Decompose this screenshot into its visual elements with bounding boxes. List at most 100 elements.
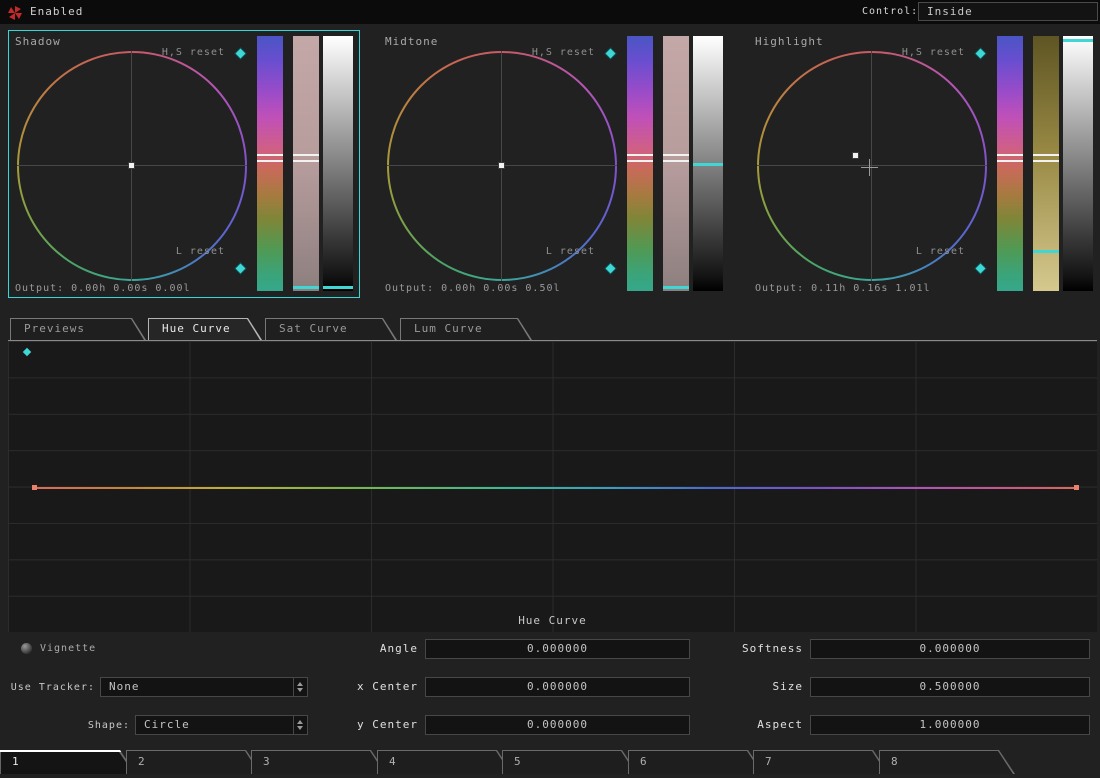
hue-bar-marker <box>997 160 1023 162</box>
tab-label: 3 <box>263 755 271 768</box>
lum-value-marker <box>1063 39 1093 42</box>
crosshair-v <box>871 51 872 281</box>
shadow-hs-handle[interactable] <box>129 163 134 168</box>
highlight-lum-bar[interactable] <box>1063 36 1093 291</box>
x-center-field[interactable]: 0.000000 <box>425 677 690 697</box>
page-tab-8[interactable]: 8 <box>879 750 1015 774</box>
y-center-field[interactable]: 0.000000 <box>425 715 690 735</box>
highlight-l-reset-button[interactable] <box>976 264 986 274</box>
shape-label: Shape: <box>0 720 130 731</box>
angle-field[interactable]: 0.000000 <box>425 639 690 659</box>
use-tracker-dropdown[interactable]: None <box>100 677 308 697</box>
highlight-wheel-panel[interactable]: Highlight H,S reset L reset Output: 0.11… <box>748 30 1100 298</box>
vignette-label: Vignette <box>40 643 96 654</box>
tab-sat-curve[interactable]: Sat Curve <box>265 318 397 340</box>
tab-label: Sat Curve <box>279 322 348 335</box>
tab-label: 1 <box>12 755 20 768</box>
midtone-title: Midtone <box>385 35 438 48</box>
use-tracker-value: None <box>109 680 140 693</box>
shadow-hue-bar[interactable] <box>257 36 283 291</box>
spinner-arrows-icon[interactable] <box>293 716 307 734</box>
midtone-hs-reset-label: H,S reset <box>532 47 595 58</box>
midtone-hs-handle[interactable] <box>499 163 504 168</box>
highlight-sat-bar[interactable] <box>1033 36 1059 291</box>
tab-label: 7 <box>765 755 773 768</box>
curve-reset-diamond[interactable] <box>23 348 31 356</box>
midtone-wheel-panel[interactable]: Midtone H,S reset L reset Output: 0.00h … <box>378 30 730 298</box>
highlight-output-readout: Output: 0.11h 0.16s 1.01l <box>755 283 931 294</box>
page-tab-4[interactable]: 4 <box>377 750 513 774</box>
lum-value-marker <box>323 286 353 289</box>
page-tab-5[interactable]: 5 <box>502 750 638 774</box>
tab-face <box>629 751 762 774</box>
sat-bar-marker <box>663 154 689 156</box>
midtone-output-readout: Output: 0.00h 0.00s 0.50l <box>385 283 561 294</box>
mouse-crosshair-cursor <box>869 159 870 176</box>
tab-previews[interactable]: Previews <box>10 318 146 340</box>
highlight-hs-reset-label: H,S reset <box>902 47 965 58</box>
y-center-label: y Center <box>318 718 418 731</box>
curve-handle-right[interactable] <box>1074 485 1079 490</box>
tab-label: 6 <box>640 755 648 768</box>
sat-value-marker <box>1033 250 1059 253</box>
hue-bar-marker <box>997 154 1023 156</box>
tab-label: Previews <box>24 322 85 335</box>
control-dropdown[interactable]: Inside <box>918 2 1098 21</box>
angle-label: Angle <box>318 642 418 655</box>
shape-dropdown[interactable]: Circle <box>135 715 308 735</box>
tab-face <box>880 751 1013 774</box>
shadow-output-readout: Output: 0.00h 0.00s 0.00l <box>15 283 191 294</box>
page-tab-6[interactable]: 6 <box>628 750 764 774</box>
tab-face <box>378 751 511 774</box>
tab-face <box>1 752 134 774</box>
size-field[interactable]: 0.500000 <box>810 677 1090 697</box>
hue-bar-marker <box>627 154 653 156</box>
enabled-label: Enabled <box>30 5 83 18</box>
enabled-checkbox-icon[interactable] <box>8 5 22 19</box>
softness-field[interactable]: 0.000000 <box>810 639 1090 659</box>
highlight-hue-bar[interactable] <box>997 36 1023 291</box>
shadow-lum-bar[interactable] <box>323 36 353 291</box>
size-label: Size <box>703 680 803 693</box>
midtone-sat-bar[interactable] <box>663 36 689 291</box>
page-tab-2[interactable]: 2 <box>126 750 262 774</box>
shadow-sat-bar[interactable] <box>293 36 319 291</box>
shadow-wheel-panel[interactable]: Shadow H,S reset L reset Output: 0.00h 0… <box>8 30 360 298</box>
page-tab-1[interactable]: 1 <box>0 750 136 774</box>
vignette-checkbox[interactable] <box>21 643 32 654</box>
sat-bar-marker <box>1033 154 1059 156</box>
hue-curve-line[interactable] <box>35 487 1076 489</box>
aspect-field[interactable]: 1.000000 <box>810 715 1090 735</box>
tab-label: 8 <box>891 755 899 768</box>
spinner-arrows-icon[interactable] <box>293 678 307 696</box>
tab-lum-curve[interactable]: Lum Curve <box>400 318 532 340</box>
tab-label: 4 <box>389 755 397 768</box>
tab-face <box>252 751 385 774</box>
shadow-hs-reset-button[interactable] <box>236 49 246 59</box>
aspect-label: Aspect <box>703 718 803 731</box>
sat-bar-marker <box>293 154 319 156</box>
highlight-title: Highlight <box>755 35 824 48</box>
page-tab-7[interactable]: 7 <box>753 750 889 774</box>
midtone-lum-bar[interactable] <box>693 36 723 291</box>
page-tab-3[interactable]: 3 <box>251 750 387 774</box>
hue-bar-marker <box>257 160 283 162</box>
tab-face <box>127 751 260 774</box>
use-tracker-label: Use Tracker: <box>0 682 95 693</box>
softness-label: Softness <box>703 642 803 655</box>
hue-curve-editor[interactable]: Hue Curve <box>8 340 1097 632</box>
tab-hue-curve[interactable]: Hue Curve <box>148 318 262 340</box>
tab-label: Lum Curve <box>414 322 483 335</box>
top-bar: Enabled Control: Inside <box>0 0 1100 24</box>
curve-handle-left[interactable] <box>32 485 37 490</box>
midtone-hue-bar[interactable] <box>627 36 653 291</box>
highlight-hs-handle[interactable] <box>853 153 858 158</box>
tab-label: Hue Curve <box>162 322 231 335</box>
sat-value-marker <box>293 286 319 289</box>
midtone-hs-reset-button[interactable] <box>606 49 616 59</box>
shadow-l-reset-button[interactable] <box>236 264 246 274</box>
midtone-l-reset-button[interactable] <box>606 264 616 274</box>
sat-value-marker <box>663 286 689 289</box>
tab-label: 5 <box>514 755 522 768</box>
highlight-hs-reset-button[interactable] <box>976 49 986 59</box>
